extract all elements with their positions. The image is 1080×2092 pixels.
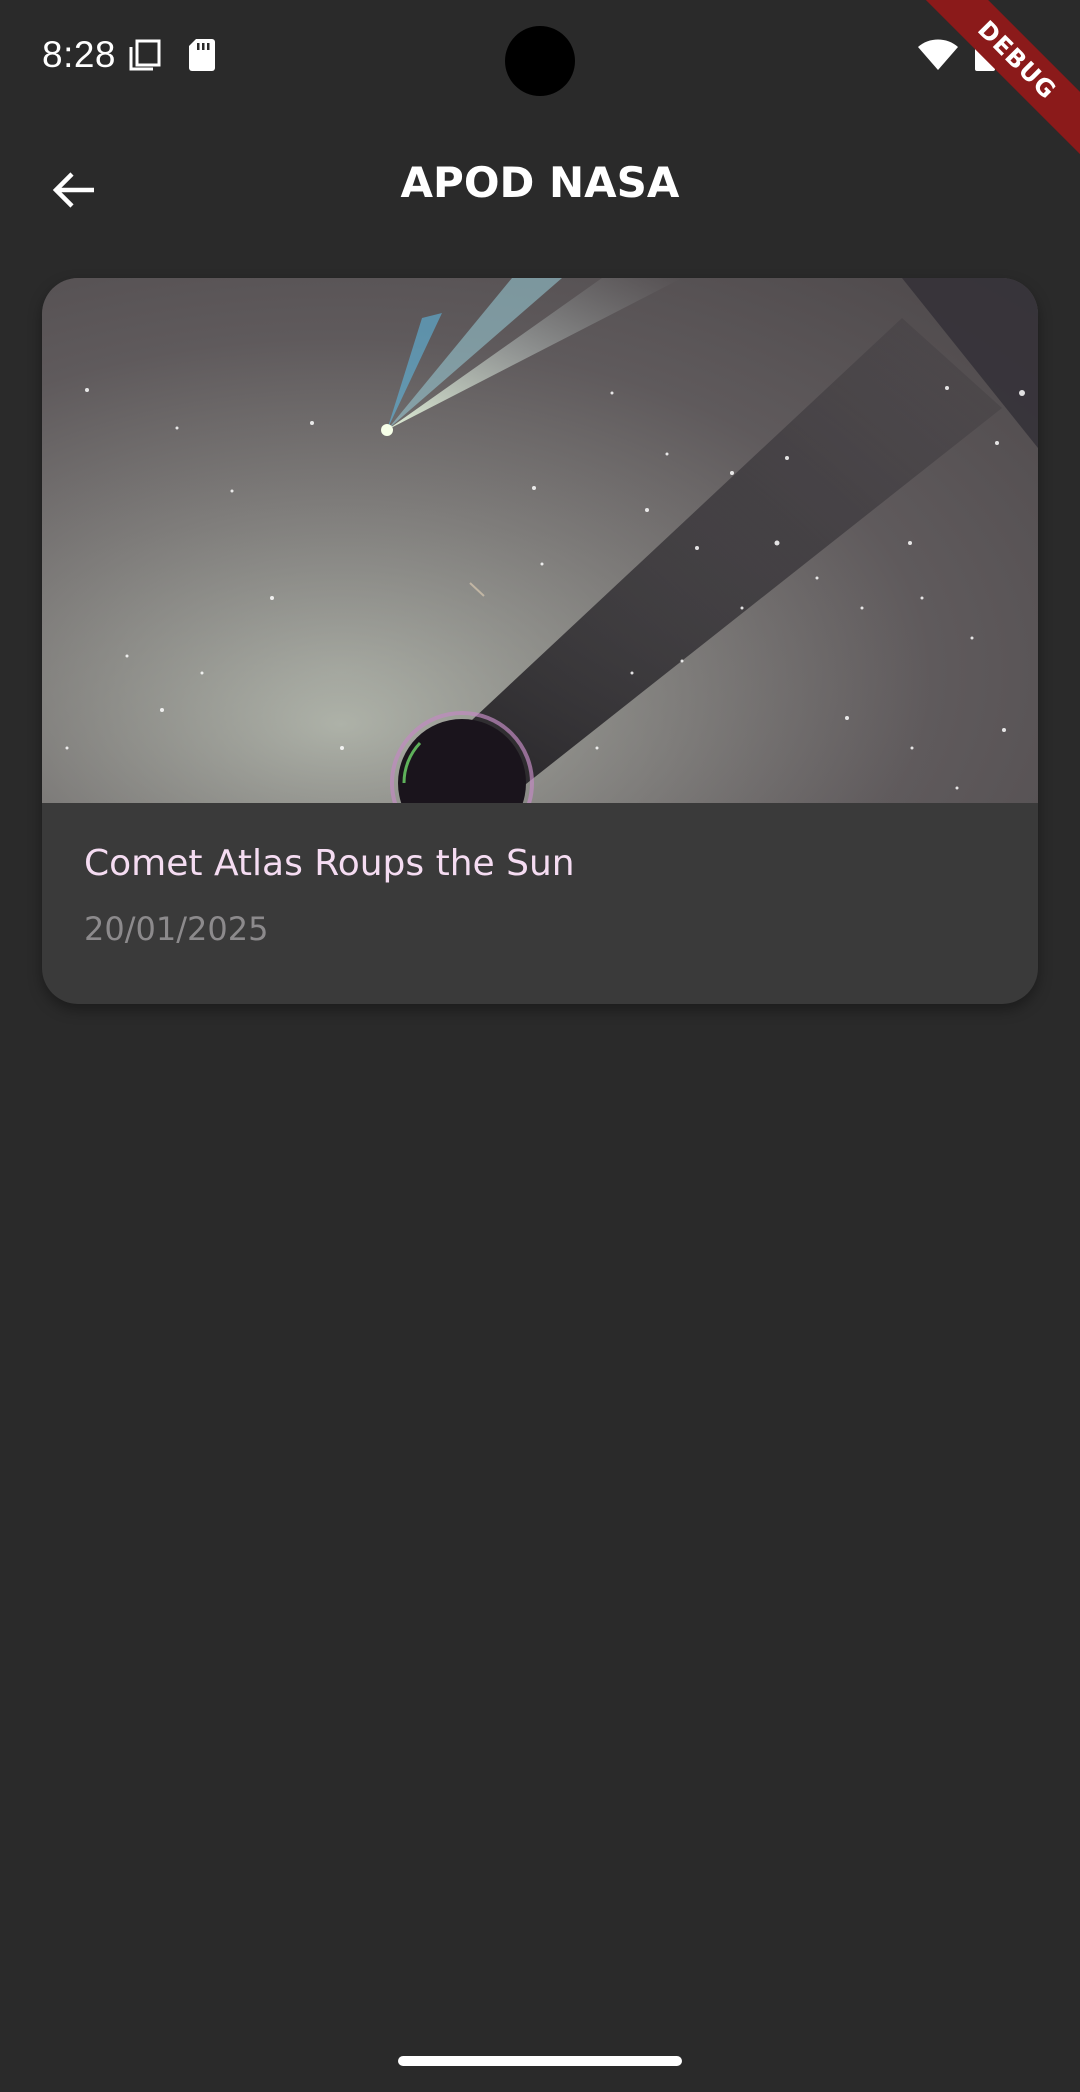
app-bar: APOD NASA [0, 130, 1080, 240]
apod-title: Comet Atlas Roups the Sun [84, 843, 575, 884]
apod-date: 20/01/2025 [84, 910, 269, 948]
sd-card-icon [189, 39, 215, 71]
apod-card-text: Comet Atlas Roups the Sun 20/01/2025 [84, 843, 1004, 948]
apod-card[interactable]: Comet Atlas Roups the Sun 20/01/2025 [42, 278, 1038, 1004]
camera-cutout [505, 26, 575, 96]
apod-image [42, 278, 1038, 803]
page-title: APOD NASA [400, 158, 680, 207]
gesture-nav-handle[interactable] [398, 2056, 682, 2066]
comet-photo [42, 278, 1038, 803]
status-time: 8:28 [42, 34, 117, 75]
apod-list-screen: 8:28 DEBUG APOD NASA Comet Atlas Roups t… [0, 0, 1080, 2092]
status-bar: 8:28 DEBUG [0, 0, 1080, 157]
copy-icon [129, 39, 161, 71]
